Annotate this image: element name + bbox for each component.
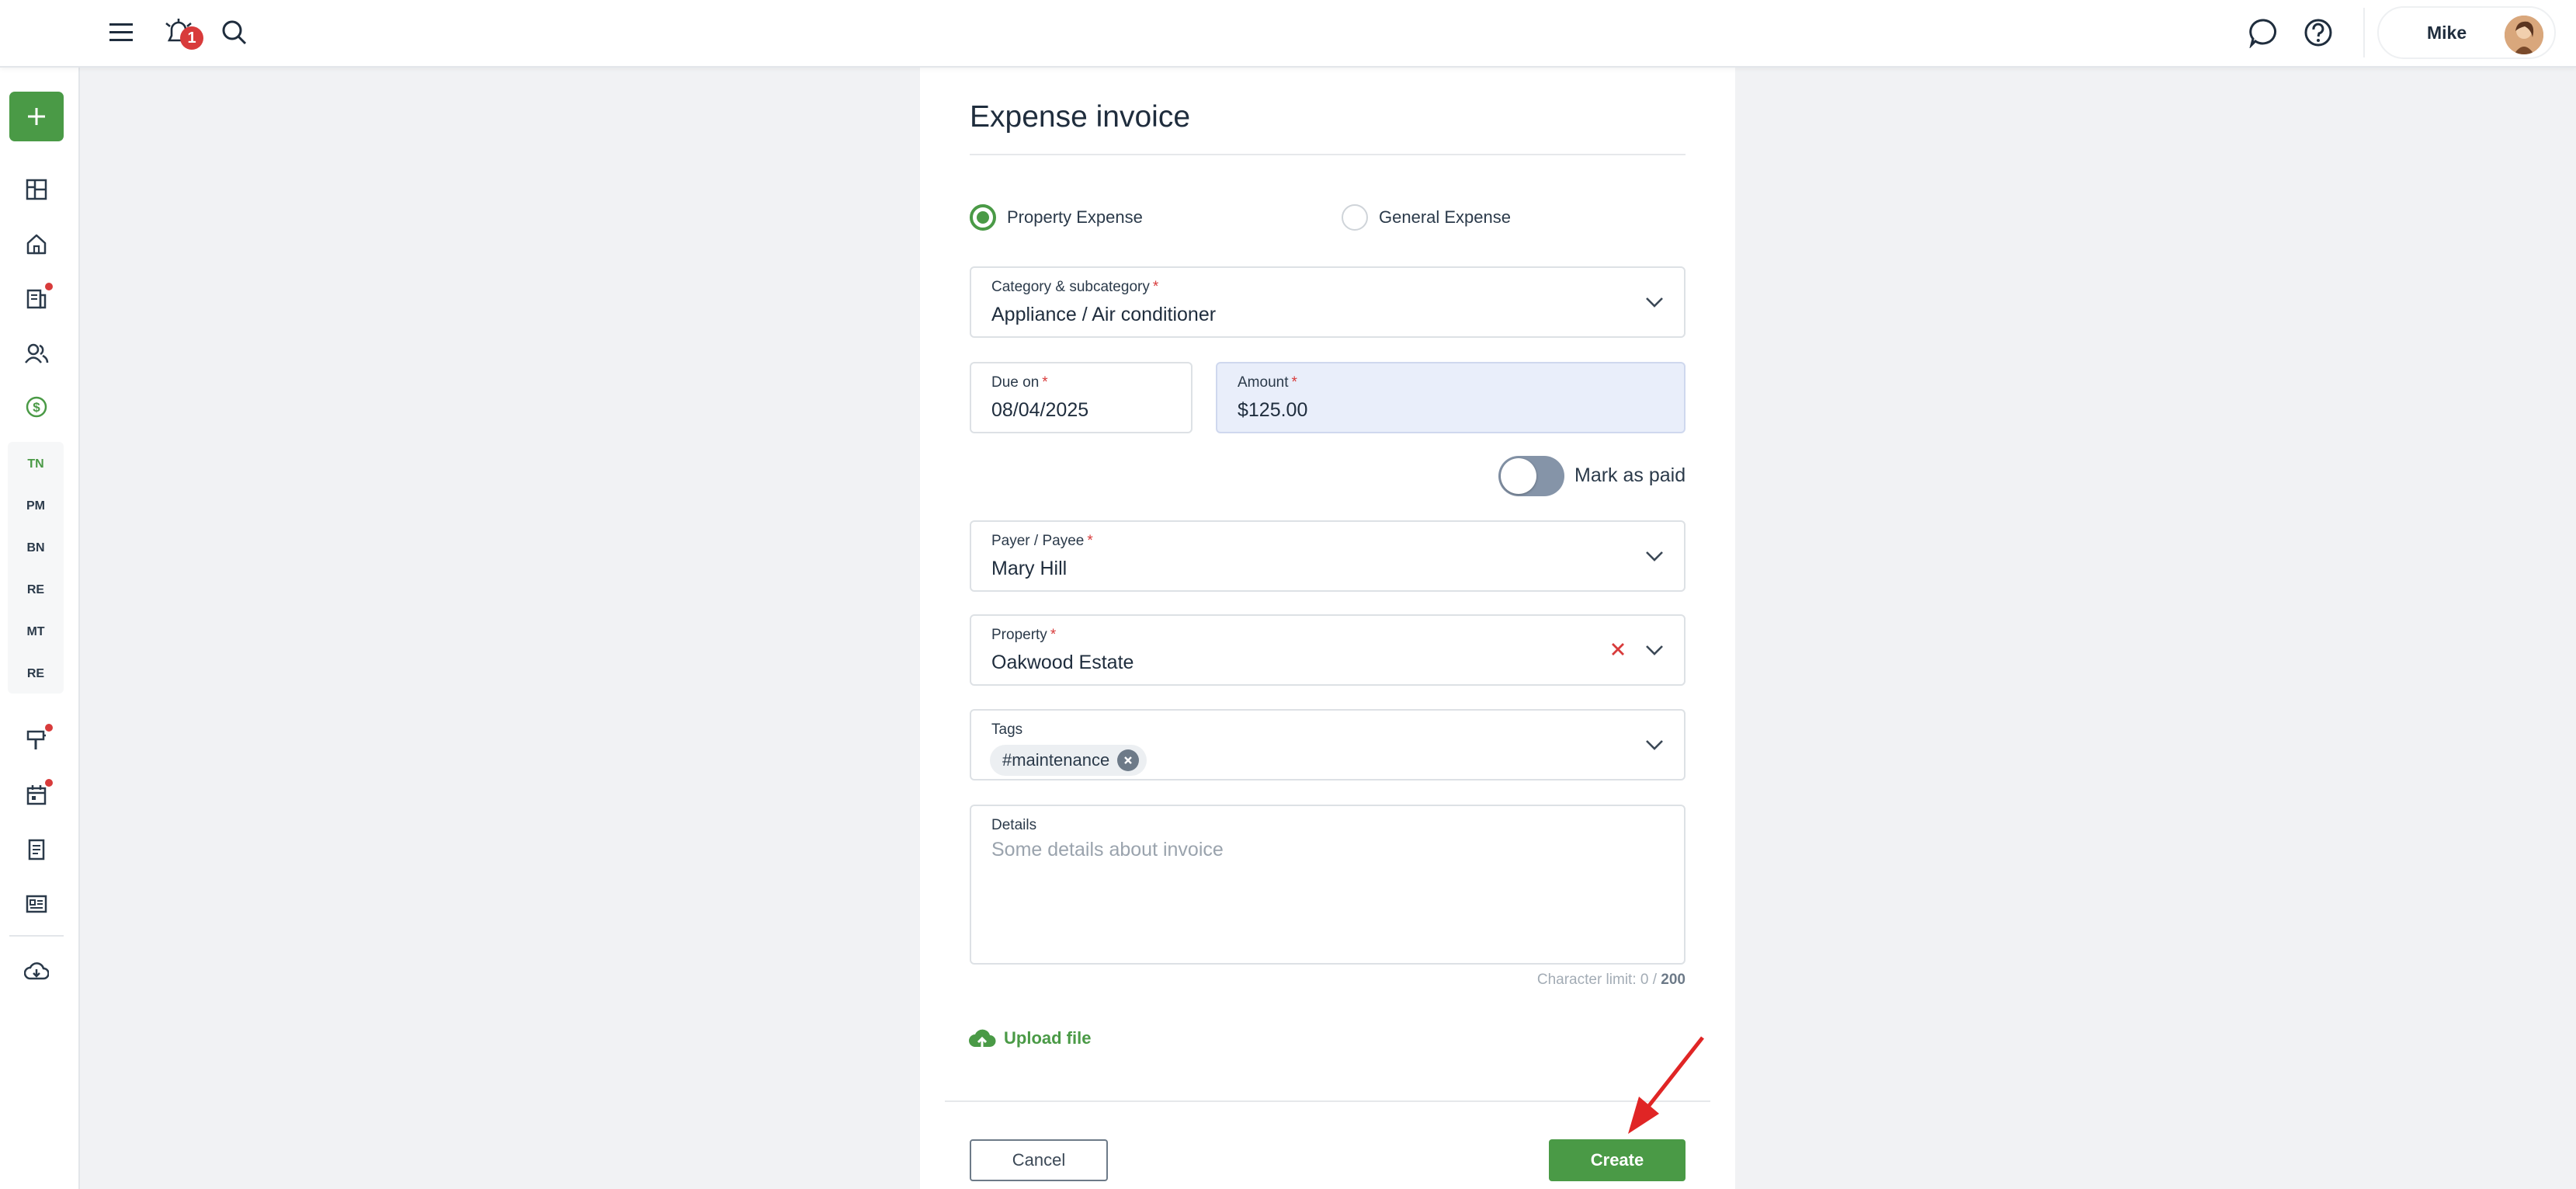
category-select[interactable]: Category & subcategory * Appliance / Air … [970, 266, 1686, 338]
add-new-button[interactable] [9, 92, 64, 141]
hamburger-menu-icon[interactable] [101, 12, 141, 53]
footer-divider [945, 1100, 1710, 1102]
notification-dot [45, 779, 53, 787]
amount-label: Amount * [1238, 374, 1297, 391]
accounting-icon[interactable]: $ [19, 389, 54, 425]
radio-unselected-indicator [1342, 204, 1368, 231]
subnav-item-bn[interactable]: BN [8, 541, 64, 555]
leases-icon[interactable] [19, 281, 54, 317]
upload-file-button[interactable]: Upload file [968, 1025, 1091, 1052]
upload-file-label: Upload file [1004, 1028, 1092, 1048]
reports-icon[interactable] [19, 886, 54, 922]
top-bar: 1 Mike [0, 0, 2576, 68]
topbar-divider [2363, 8, 2365, 57]
clear-icon[interactable] [1608, 639, 1628, 659]
accounting-subnav: TN PM BN RE MT RE [8, 442, 64, 694]
mark-as-paid-label: Mark as paid [1574, 464, 1686, 486]
subnav-item-mt[interactable]: MT [8, 625, 64, 639]
notifications-badge: 1 [180, 26, 203, 50]
subnav-item-re-2[interactable]: RE [8, 667, 64, 681]
svg-text:$: $ [33, 400, 40, 415]
user-name: Mike [2427, 22, 2467, 43]
amount-field[interactable]: Amount * $125.00 [1216, 362, 1686, 433]
details-label: Details [991, 817, 1037, 833]
mark-as-paid-toggle[interactable] [1498, 456, 1564, 496]
due-on-label: Due on * [991, 374, 1048, 391]
calendar-icon[interactable] [19, 777, 54, 813]
cloud-download-icon[interactable] [19, 954, 54, 989]
avatar [2505, 16, 2543, 54]
tag-label: #maintenance [1002, 750, 1110, 770]
category-label: Category & subcategory * [991, 279, 1159, 295]
notification-dot [45, 724, 53, 732]
remove-tag-icon[interactable] [1117, 749, 1140, 771]
due-on-value: 08/04/2025 [991, 399, 1089, 421]
property-select[interactable]: Property * Oakwood Estate [970, 614, 1686, 686]
tags-select[interactable]: Tags #maintenance [970, 709, 1686, 780]
subnav-item-pm[interactable]: PM [8, 499, 64, 513]
chat-icon[interactable] [2244, 12, 2284, 53]
payer-label: Payer / Payee * [991, 533, 1093, 549]
radio-selected-indicator [970, 204, 996, 231]
property-expense-radio[interactable]: Property Expense [970, 204, 1143, 231]
chevron-down-icon [1646, 740, 1663, 750]
sidebar-divider [9, 935, 64, 937]
tag-chip: #maintenance [990, 745, 1147, 776]
property-label: Property * [991, 627, 1057, 643]
create-button[interactable]: Create [1549, 1139, 1686, 1181]
amount-value: $125.00 [1238, 399, 1308, 421]
property-value: Oakwood Estate [991, 652, 1134, 673]
chevron-down-icon [1646, 645, 1663, 655]
radio-label: Property Expense [1007, 207, 1143, 227]
subnav-item-re[interactable]: RE [8, 583, 64, 597]
help-icon[interactable] [2298, 12, 2338, 53]
details-textarea[interactable]: Details Some details about invoice [970, 805, 1686, 965]
notification-dot [45, 283, 53, 290]
user-menu[interactable]: Mike [2377, 6, 2556, 59]
character-limit: Character limit: 0 / 200 [1536, 972, 1686, 988]
home-icon[interactable] [19, 226, 54, 262]
expense-invoice-card: Expense invoice Property Expense General… [920, 68, 1735, 1189]
payer-value: Mary Hill [991, 558, 1068, 579]
due-on-field[interactable]: Due on * 08/04/2025 [970, 362, 1193, 433]
maintenance-icon[interactable] [19, 722, 54, 758]
general-expense-radio[interactable]: General Expense [1342, 204, 1511, 231]
details-placeholder: Some details about invoice [991, 839, 1224, 860]
title-divider [970, 154, 1686, 155]
chevron-down-icon [1646, 297, 1663, 308]
toggle-knob [1501, 458, 1536, 494]
radio-label: General Expense [1379, 207, 1511, 227]
payer-payee-select[interactable]: Payer / Payee * Mary Hill [970, 520, 1686, 592]
notifications-bell-icon[interactable]: 1 [158, 12, 203, 53]
people-icon[interactable] [19, 335, 54, 371]
sidebar: $ TN PM BN RE MT RE [0, 68, 80, 1189]
documents-icon[interactable] [19, 832, 54, 867]
category-value: Appliance / Air conditioner [991, 304, 1217, 325]
page-title: Expense invoice [970, 100, 1191, 134]
chevron-down-icon [1646, 551, 1663, 561]
cancel-button[interactable]: Cancel [970, 1139, 1108, 1181]
cloud-upload-icon [969, 1029, 996, 1050]
tags-label: Tags [991, 721, 1023, 738]
dashboard-icon[interactable] [19, 172, 54, 207]
pointer-arrow-icon [1628, 1036, 1704, 1134]
search-icon[interactable] [214, 12, 255, 53]
subnav-item-tn[interactable]: TN [8, 457, 64, 471]
